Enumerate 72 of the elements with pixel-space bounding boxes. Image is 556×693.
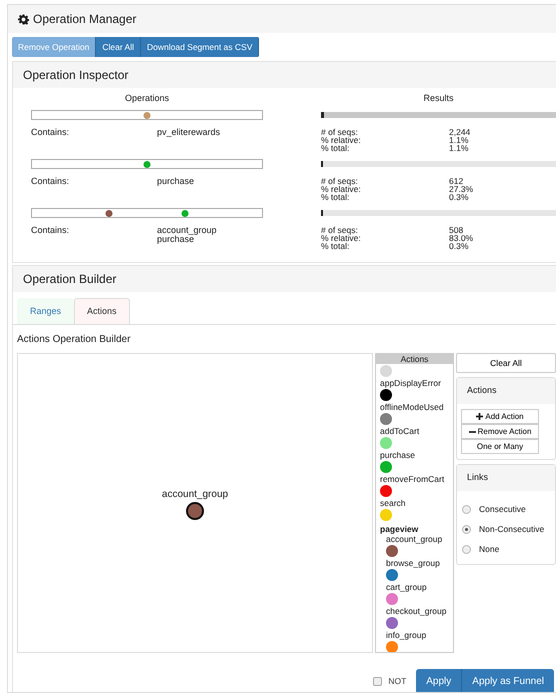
card-title: Operation Inspector [23, 67, 128, 84]
stat-value: 0.3% [449, 242, 468, 250]
stat-label: % total: [321, 144, 350, 152]
stat-value: 612 [449, 176, 464, 184]
plus-icon [476, 413, 484, 420]
node-circle[interactable] [186, 502, 204, 520]
column-heading: Results [422, 92, 454, 105]
panel-title: Actions [467, 384, 497, 398]
stat-value: 2,244 [449, 128, 472, 136]
action-name: purchase [157, 176, 196, 186]
action-item[interactable]: offlineModeUsed [380, 402, 453, 412]
action-button[interactable]: One or Many [461, 439, 539, 454]
action-item[interactable]: info_group [386, 630, 453, 640]
stat-value: 508 [449, 226, 464, 234]
stat-label: % total: [321, 242, 350, 250]
action-item[interactable]: account_group [386, 534, 453, 544]
action-item[interactable]: addToCart [380, 426, 453, 436]
action-item[interactable]: appDisplayError [380, 378, 453, 388]
apply-button[interactable]: Apply as Funnel [462, 669, 554, 692]
stat-value: 27.3% [449, 184, 474, 192]
window-title: Operation Manager [33, 11, 136, 28]
stat-label: # of seqs: [321, 226, 358, 234]
section-title: Actions Operation Builder [16, 333, 132, 347]
node-label: account_group [162, 488, 228, 502]
list-heading: Actions [376, 354, 453, 364]
stat-value: 1.1% [449, 136, 468, 144]
action-item[interactable]: cart_group [386, 582, 453, 592]
action-item[interactable]: checkout_group [386, 606, 453, 616]
stat-value: 83.0% [449, 234, 474, 242]
operation-track[interactable] [31, 110, 263, 120]
contains-label: Contains: [31, 226, 70, 236]
operation-track[interactable] [31, 208, 263, 218]
tab[interactable]: Actions [74, 298, 130, 324]
card-title: Operation Builder [23, 271, 116, 288]
stat-label: % relative: [321, 184, 362, 192]
stat-label: % relative: [321, 234, 362, 242]
toolbar-button[interactable]: Download Segment as CSV [141, 37, 260, 57]
minus-icon [468, 430, 476, 432]
radio-button[interactable] [462, 524, 471, 534]
action-item[interactable]: purchase [380, 450, 453, 460]
radio-button[interactable] [462, 544, 471, 554]
contains-label: Contains: [31, 176, 70, 186]
settings-icon [18, 14, 29, 24]
radio-label: None [479, 542, 500, 556]
operation-track[interactable] [31, 158, 263, 168]
checkbox-label: NOT [388, 675, 406, 688]
stat-value: 0.3% [449, 192, 468, 200]
group-heading: pageview [380, 524, 420, 534]
stat-label: # of seqs: [321, 176, 358, 184]
clear-all-button[interactable]: Clear All [456, 353, 556, 373]
radio-label: Consecutive [479, 502, 526, 516]
stat-label: % relative: [321, 136, 362, 144]
action-name: account_group [157, 226, 218, 234]
stat-label: % total: [321, 192, 350, 200]
tab[interactable]: Ranges [17, 298, 74, 324]
stat-label: # of seqs: [321, 128, 358, 136]
action-name: purchase [157, 234, 194, 244]
radio-label: Non-Consecutive [479, 522, 544, 536]
stat-value: 1.1% [449, 144, 470, 152]
column-heading: Operations [124, 92, 170, 105]
contains-label: Contains: [31, 128, 70, 136]
action-item[interactable]: search [380, 498, 453, 508]
checkbox[interactable] [373, 677, 382, 686]
panel-title: Links [467, 471, 488, 484]
action-name: pv_eliterewards [157, 128, 222, 136]
toolbar-button[interactable]: Clear All [96, 37, 141, 57]
radio-button[interactable] [462, 504, 471, 514]
action-item[interactable]: removeFromCart [380, 474, 453, 484]
action-button[interactable]: Remove Action [461, 424, 539, 439]
action-button[interactable]: Add Action [461, 409, 539, 424]
action-item[interactable]: browse_group [386, 558, 453, 568]
apply-button[interactable]: Apply [416, 669, 462, 692]
